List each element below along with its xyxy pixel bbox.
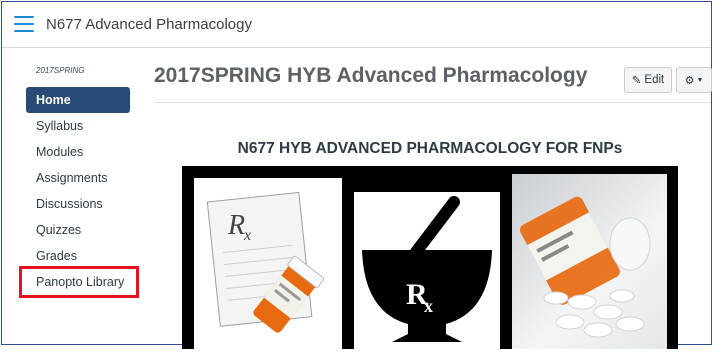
top-bar: N677 Advanced Pharmacology [2, 2, 711, 48]
title-divider [154, 102, 711, 103]
rx-symbol-1: R [227, 210, 245, 241]
sidebar-item-syllabus[interactable]: Syllabus [26, 113, 130, 139]
course-navigation: 2017SPRING Home Syllabus Modules Assignm… [19, 60, 139, 298]
banner-image: R x R x [182, 166, 678, 349]
sidebar-item-discussions[interactable]: Discussions [26, 191, 130, 217]
svg-text:x: x [243, 227, 251, 244]
mortar-pestle-image: R x [354, 192, 500, 349]
chevron-down-icon: ▼ [696, 76, 704, 84]
edit-button-label: Edit [644, 74, 665, 86]
prescription-pad-image: R x [194, 178, 342, 349]
gear-icon: ⚙ [684, 74, 695, 87]
sidebar-item-modules[interactable]: Modules [26, 139, 130, 165]
edit-button[interactable]: ✎ Edit [624, 67, 672, 93]
term-label: 2017SPRING [36, 66, 85, 75]
settings-button[interactable]: ⚙ ▼ [676, 67, 712, 93]
sidebar-item-assignments[interactable]: Assignments [26, 165, 130, 191]
sidebar-item-panopto-library[interactable]: Panopto Library [19, 266, 139, 298]
course-window: N677 Advanced Pharmacology 2017SPRING Ho… [1, 1, 712, 349]
page-title: 2017SPRING HYB Advanced Pharmacology [154, 64, 588, 87]
hamburger-menu-icon[interactable] [14, 16, 34, 32]
sidebar-item-quizzes[interactable]: Quizzes [26, 217, 130, 243]
svg-text:x: x [424, 296, 433, 316]
pencil-icon: ✎ [631, 75, 642, 87]
sidebar-item-home[interactable]: Home [26, 87, 130, 113]
spilled-pills-image [512, 174, 667, 349]
sidebar-item-grades[interactable]: Grades [26, 243, 130, 269]
course-name-breadcrumb[interactable]: N677 Advanced Pharmacology [46, 16, 252, 33]
banner-title: N677 HYB ADVANCED PHARMACOLOGY FOR FNPs [237, 140, 623, 157]
